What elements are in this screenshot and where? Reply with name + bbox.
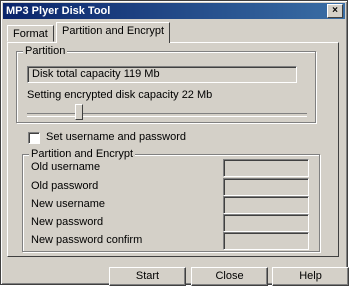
partition-group-label: Partition: [23, 45, 68, 57]
close-button[interactable]: Close: [191, 267, 268, 286]
old-username-field[interactable]: [223, 159, 309, 177]
window-title: MP3 Plyer Disk Tool: [6, 5, 111, 17]
new-password-label: New password: [31, 216, 104, 228]
new-password-confirm-label: New password confirm: [31, 234, 143, 246]
encrypt-group: Partition and Encrypt Old username Old p…: [22, 148, 320, 252]
capacity-slider-track[interactable]: [27, 113, 307, 117]
title-bar: MP3 Plyer Disk Tool ×: [3, 3, 345, 19]
partition-group: Partition Disk total capacity 119 Mb Set…: [16, 45, 316, 123]
total-capacity-display: Disk total capacity 119 Mb: [27, 66, 297, 83]
tab-format[interactable]: Format: [7, 25, 54, 42]
capacity-slider-thumb[interactable]: [75, 104, 83, 120]
start-button[interactable]: Start: [109, 267, 186, 286]
dialog-window: MP3 Plyer Disk Tool × Format Partition a…: [0, 0, 349, 286]
set-credentials-checkbox[interactable]: [28, 132, 40, 144]
encrypted-capacity-label: Setting encrypted disk capacity 22 Mb: [27, 89, 213, 101]
encrypt-group-label: Partition and Encrypt: [29, 148, 136, 160]
close-icon[interactable]: ×: [327, 4, 343, 18]
set-credentials-label: Set username and password: [46, 131, 187, 143]
tab-partition-and-encrypt[interactable]: Partition and Encrypt: [56, 22, 171, 43]
tab-format-label: Format: [13, 28, 48, 40]
help-button[interactable]: Help: [272, 267, 349, 286]
new-password-confirm-field[interactable]: [223, 232, 309, 250]
new-password-field[interactable]: [223, 214, 309, 232]
new-username-field[interactable]: [223, 196, 309, 214]
tab-partition-label: Partition and Encrypt: [62, 25, 165, 37]
new-username-label: New username: [31, 198, 105, 210]
old-password-label: Old password: [31, 180, 99, 192]
old-username-label: Old username: [31, 161, 101, 173]
old-password-field[interactable]: [223, 178, 309, 196]
tab-panel: Partition Disk total capacity 119 Mb Set…: [7, 42, 339, 257]
